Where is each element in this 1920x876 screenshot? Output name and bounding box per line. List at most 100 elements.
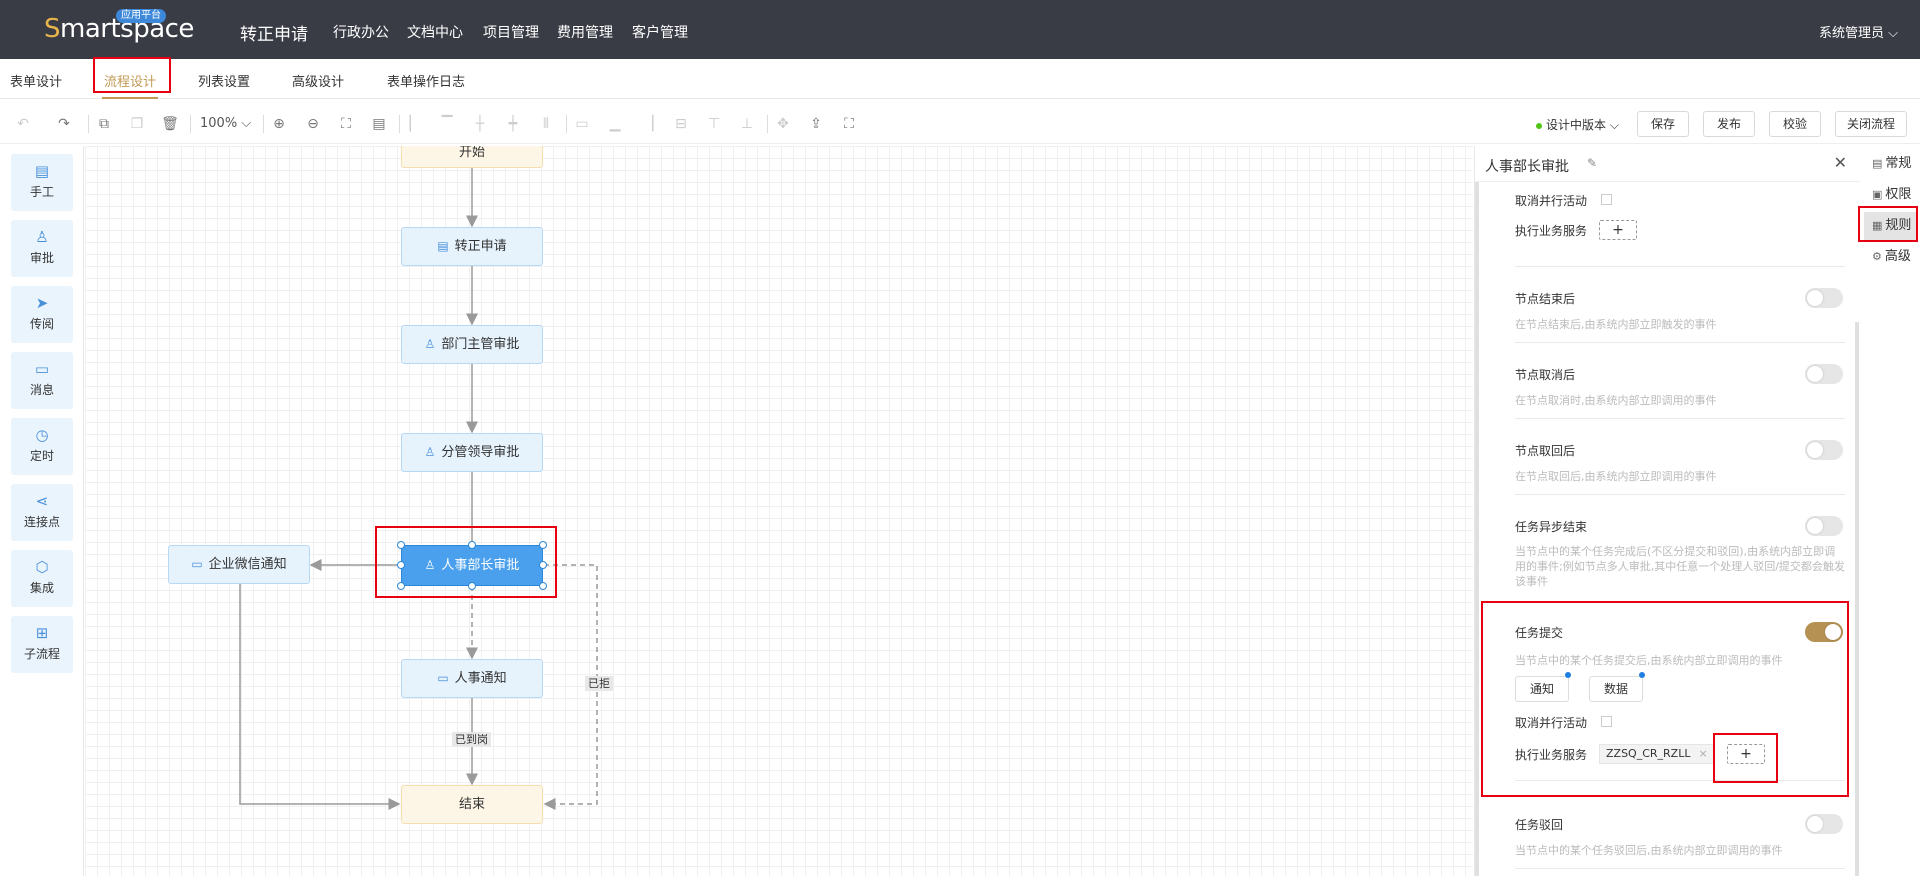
flow-node-wechat-notice[interactable]: ▭ 企业微信通知 (168, 545, 310, 584)
node-retrieve-toggle[interactable] (1805, 440, 1843, 460)
top-menu-item[interactable]: 项目管理 (483, 22, 539, 42)
zoom-select[interactable]: 100% ⌵ (200, 116, 251, 131)
bottom-align-icon[interactable]: ▁ (604, 113, 626, 135)
flow-node-hr-approval[interactable]: ♙ 人事部长审批 (401, 545, 543, 586)
top-menu-item[interactable]: 费用管理 (557, 22, 613, 42)
side-tab-advanced[interactable]: ⚙ 高级 (1864, 243, 1918, 271)
tab-list-settings[interactable]: 列表设置 (198, 71, 250, 90)
chevron-down-icon: ⌵ (1606, 118, 1619, 132)
resize-handle[interactable] (468, 582, 476, 590)
palette-item-circulate[interactable]: ➤ 传阅 (11, 286, 73, 343)
resize-handle[interactable] (539, 582, 547, 590)
validate-button[interactable]: 校验 (1769, 111, 1821, 137)
add-service-button[interactable]: + (1727, 744, 1765, 764)
side-tab-label: 高级 (1884, 249, 1911, 264)
flow-node-branch-approval[interactable]: ♙ 分管领导审批 (401, 433, 543, 472)
divider (88, 115, 89, 133)
flow-node-dept-approval[interactable]: ♙ 部门主管审批 (401, 325, 543, 364)
same-width-icon[interactable]: ▭ (571, 113, 593, 135)
user-menu[interactable]: 系统管理员 ⌵ (1819, 22, 1898, 41)
redo-icon[interactable]: ↷ (53, 113, 75, 135)
resize-handle[interactable] (468, 541, 476, 549)
top-edge-icon[interactable]: ⊤ (703, 113, 725, 135)
export-icon[interactable]: ⇪ (805, 113, 827, 135)
close-icon[interactable]: ✕ (1834, 153, 1847, 172)
palette-label: 定时 (29, 449, 54, 463)
distribute-icon[interactable]: ⫴ (535, 113, 557, 135)
palette-item-connector[interactable]: ⋖ 连接点 (11, 484, 73, 541)
flow-node-apply[interactable]: ▤ 转正申请 (401, 227, 543, 266)
flow-canvas[interactable]: 开始 ▤ 转正申请 ♙ 部门主管审批 ♙ 分管领导审批 ♙ 人事部长审批 ▭ 企业微信通知… (85, 146, 1473, 876)
palette-item-integration[interactable]: ⬡ 集成 (11, 550, 73, 607)
lock-icon: ▣ (1872, 188, 1883, 201)
cancel-parallel-checkbox[interactable] (1601, 194, 1612, 205)
grid-icon[interactable]: ▤ (368, 113, 390, 135)
task-submit-toggle[interactable] (1805, 622, 1843, 642)
top-menu-item[interactable]: 文档中心 (407, 22, 463, 42)
resize-handle[interactable] (539, 561, 547, 569)
save-button[interactable]: 保存 (1637, 111, 1689, 137)
tag-close-icon[interactable]: × (1698, 747, 1707, 760)
edit-icon[interactable]: ✎ (1587, 156, 1597, 170)
paste-icon[interactable]: ❐ (126, 113, 148, 135)
node-end-toggle[interactable] (1805, 288, 1843, 308)
right-align-icon[interactable]: ▕ (637, 113, 659, 135)
bottom-edge-icon[interactable]: ⊥ (736, 113, 758, 135)
fullscreen-icon[interactable]: ⛶ (838, 113, 860, 135)
fit-icon[interactable]: ⛶ (335, 113, 357, 135)
undo-icon[interactable]: ↶ (12, 113, 34, 135)
task-async-end-toggle[interactable] (1805, 516, 1843, 536)
side-tab-rules[interactable]: ▦ 规则 (1864, 212, 1918, 240)
data-button[interactable]: 数据 (1589, 676, 1643, 702)
zoom-out-icon[interactable]: ⊖ (302, 113, 324, 135)
vertical-center-icon[interactable]: ⊟ (670, 113, 692, 135)
side-tab-permission[interactable]: ▣ 权限 (1864, 181, 1918, 209)
resize-handle[interactable] (397, 561, 405, 569)
side-tab-general[interactable]: ▤ 常规 (1864, 150, 1918, 178)
tab-form-log[interactable]: 表单操作日志 (387, 71, 465, 90)
notify-button[interactable]: 通知 (1515, 676, 1569, 702)
clock-icon: ◷ (35, 426, 49, 444)
palette-item-manual[interactable]: ▤ 手工 (11, 154, 73, 211)
close-flow-button[interactable]: 关闭流程 (1835, 111, 1907, 137)
move-icon[interactable]: ✥ (772, 113, 794, 135)
tab-form-design[interactable]: 表单设计 (10, 71, 62, 90)
align-top-icon[interactable]: ▔ (436, 113, 458, 135)
panel-scroll-area[interactable]: 取消并行活动 执行业务服务 + 节点结束后 在节点结束后,由系统内部立即触发的事… (1475, 182, 1861, 876)
tab-flow-design[interactable]: 流程设计 (101, 71, 159, 99)
version-select[interactable]: 设计中版本 ⌵ (1536, 116, 1619, 133)
task-reject-toggle[interactable] (1805, 814, 1843, 834)
section-label: 节点取消后 (1515, 368, 1576, 382)
edge-wechat-end (239, 584, 401, 810)
badge-dot (1639, 672, 1645, 678)
property-side-tabs: ▤ 常规 ▣ 权限 ▦ 规则 ⚙ 高级 (1860, 146, 1920, 876)
node-cancel-toggle[interactable] (1805, 364, 1843, 384)
flow-node-end[interactable]: 结束 (401, 785, 543, 824)
tab-advanced-design[interactable]: 高级设计 (292, 71, 344, 90)
top-menu-item[interactable]: 行政办公 (333, 22, 389, 42)
divider (190, 115, 191, 133)
scrollbar[interactable] (1855, 322, 1859, 876)
palette-item-message[interactable]: ▭ 消息 (11, 352, 73, 409)
align-left-icon[interactable]: ▏ (404, 113, 426, 135)
top-menu-item[interactable]: 客户管理 (632, 22, 688, 42)
resize-handle[interactable] (397, 541, 405, 549)
service-tag[interactable]: ZZSQ_CR_RZLL × (1599, 744, 1715, 764)
align-middle-icon[interactable]: ┿ (502, 113, 524, 135)
publish-button[interactable]: 发布 (1703, 111, 1755, 137)
flow-node-start[interactable]: 开始 (401, 146, 543, 168)
align-center-icon[interactable]: ┼ (469, 113, 491, 135)
flow-node-hr-notice[interactable]: ▭ 人事通知 (401, 659, 543, 698)
add-service-button[interactable]: + (1599, 220, 1637, 240)
resize-handle[interactable] (397, 582, 405, 590)
delete-icon[interactable]: 🗑 (159, 113, 181, 135)
palette-item-subprocess[interactable]: ⊞ 子流程 (11, 616, 73, 673)
palette-item-timer[interactable]: ◷ 定时 (11, 418, 73, 475)
palette-item-approve[interactable]: ♙ 审批 (11, 220, 73, 277)
resize-handle[interactable] (539, 541, 547, 549)
copy-icon[interactable]: ⧉ (93, 113, 115, 135)
section-label: 节点取回后 (1515, 444, 1576, 458)
scrollbar[interactable] (1475, 182, 1479, 876)
cancel-parallel-checkbox[interactable] (1601, 716, 1612, 727)
zoom-in-icon[interactable]: ⊕ (268, 113, 290, 135)
